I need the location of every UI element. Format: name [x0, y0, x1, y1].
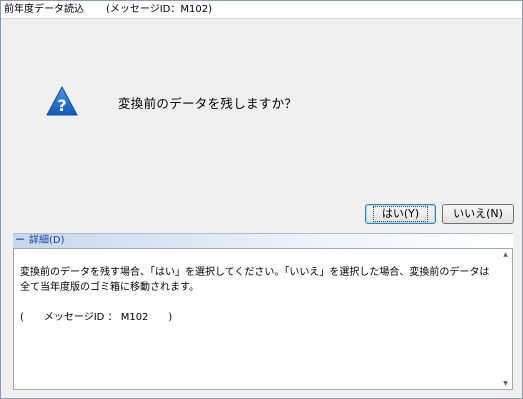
scroll-up-icon[interactable]: ▲ — [500, 251, 511, 259]
details-label: 詳細(D) — [29, 235, 65, 246]
yes-button-label: はい(Y) — [372, 206, 429, 222]
svg-text:?: ? — [57, 96, 66, 115]
question-text: 変換前のデータを残しますか？ — [118, 96, 298, 111]
yes-button[interactable]: はい(Y) — [365, 204, 436, 224]
details-panel: 変換前のデータを残す場合、「はい」を選択してください。「いいえ」を選択した場合、… — [13, 248, 513, 390]
no-button-label: いいえ(N) — [453, 207, 503, 220]
dialog-body: ? 変換前のデータを残しますか？ はい(Y) いいえ(N) － 詳細(D) 変換前… — [1, 19, 522, 398]
dialog-window: 前年度データ読込 (メッセージID：M102) ? 変換前のデータを残しますか？ … — [0, 0, 523, 399]
details-scrollbar[interactable]: ▲ ▼ — [500, 250, 511, 388]
question-icon: ? — [46, 86, 78, 116]
scroll-down-icon[interactable]: ▼ — [500, 380, 511, 388]
window-title: 前年度データ読込 — [4, 4, 84, 15]
collapse-icon: － — [15, 235, 25, 246]
message-id-label: (メッセージID：M102) — [106, 4, 212, 15]
details-toggle[interactable]: － 詳細(D) — [13, 233, 513, 248]
details-text: 変換前のデータを残す場合、「はい」を選択してください。「いいえ」を選択した場合、… — [20, 267, 490, 323]
title-bar: 前年度データ読込 (メッセージID：M102) — [1, 1, 522, 19]
no-button[interactable]: いいえ(N) — [442, 204, 514, 224]
